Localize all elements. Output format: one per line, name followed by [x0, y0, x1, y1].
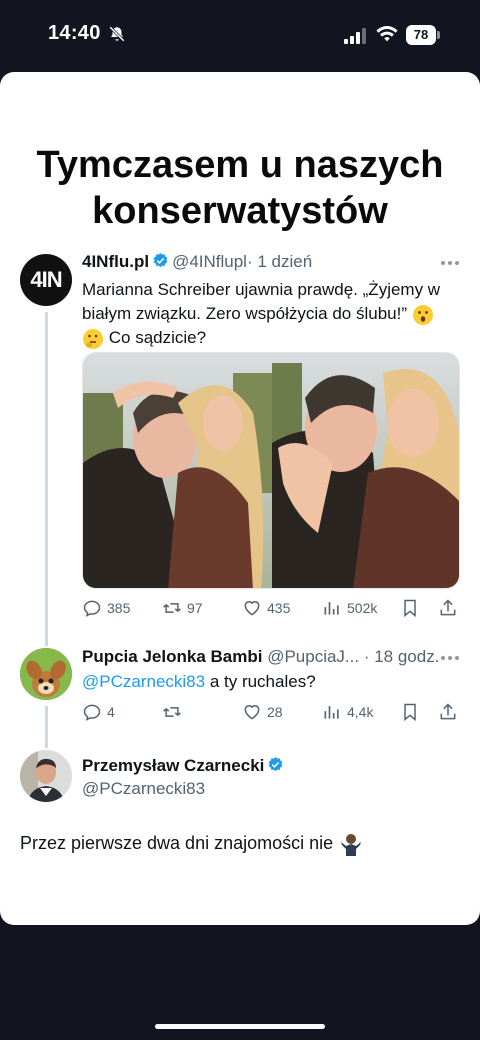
views-count: 4,4k	[347, 704, 374, 720]
signal-icon	[344, 28, 366, 44]
repost-count: 97	[187, 600, 203, 616]
views-chart-icon	[324, 706, 339, 719]
repost-button[interactable]	[162, 700, 187, 724]
repost-button[interactable]: 97	[162, 596, 203, 620]
tweet-subheader: @PCzarnecki83	[82, 779, 205, 799]
bookmark-icon	[404, 599, 416, 618]
thread-connector	[45, 706, 48, 748]
share-button[interactable]	[438, 596, 463, 620]
tweet-actions: 4 28 4,4k	[82, 700, 460, 724]
repost-icon	[163, 707, 181, 717]
reply-button[interactable]: 385	[82, 596, 130, 620]
author-handle[interactable]: @PCzarnecki83	[82, 779, 205, 798]
post-time: · 18 godz.	[363, 647, 440, 666]
mention-link[interactable]: @PCzarnecki83	[82, 672, 205, 691]
tweet-text: Marianna Schreiber ujawnia prawdę. „Żyje…	[82, 278, 440, 350]
reply-icon	[83, 600, 101, 617]
tweet-text-line: a ty ruchales?	[205, 672, 316, 691]
reply-icon	[83, 704, 101, 721]
views-button[interactable]: 4,4k	[322, 700, 373, 724]
tweet-text: Przez pierwsze dwa dni znajomości nie	[20, 832, 364, 856]
reply-button[interactable]: 4	[82, 700, 115, 724]
views-count: 502k	[347, 600, 378, 616]
bambi-avatar-image	[20, 648, 72, 700]
wifi-icon	[376, 26, 398, 42]
heart-icon	[244, 601, 260, 616]
verified-badge-icon	[153, 253, 168, 268]
tweet-text-line: Co sądzicie?	[108, 328, 207, 347]
tweet-header: Przemysław Czarnecki	[82, 756, 287, 776]
battery-cap	[437, 31, 440, 39]
tweet-header: Pupcia Jelonka Bambi @PupciaJ... · 18 go…	[82, 647, 439, 667]
battery-indicator: 78	[406, 25, 440, 45]
bookmark-button[interactable]	[400, 700, 425, 724]
author-handle[interactable]: @4INflupl	[172, 252, 247, 271]
post-card: Tymczasem u naszych konserwatystów 4IN 4…	[0, 72, 480, 925]
tweet-text: @PCzarnecki83 a ty ruchales?	[82, 670, 316, 694]
like-button[interactable]: 435	[242, 596, 290, 620]
heart-icon	[244, 705, 260, 720]
bookmark-button[interactable]	[400, 596, 425, 620]
reply-count: 385	[107, 600, 131, 616]
avatar[interactable]: 4IN	[20, 254, 72, 306]
reply-count: 4	[107, 704, 115, 720]
status-bar: 14:40 78	[0, 0, 480, 70]
author-name[interactable]: Przemysław Czarnecki	[82, 756, 264, 775]
tweet-text-line: Przez pierwsze dwa dni znajomości nie	[20, 832, 334, 853]
like-count: 28	[267, 704, 283, 720]
like-count: 435	[267, 600, 291, 616]
home-indicator[interactable]	[155, 1024, 325, 1029]
avatar[interactable]	[20, 750, 72, 802]
person-shrugging-emoji-icon	[341, 834, 362, 856]
like-button[interactable]: 28	[242, 700, 283, 724]
author-name[interactable]: Pupcia Jelonka Bambi	[82, 647, 262, 666]
thinking-face-emoji-icon	[83, 328, 103, 349]
couple-photo-image	[83, 353, 459, 588]
page-title-line1: Tymczasem u naszych	[36, 144, 444, 186]
surprised-face-emoji-icon	[412, 304, 433, 325]
post-time: · 1 dzień	[246, 252, 313, 271]
battery-level: 78	[406, 25, 436, 45]
tweet-photo[interactable]	[82, 352, 460, 589]
tweet-text-line: Marianna Schreiber ujawnia prawdę. „Żyje…	[82, 280, 441, 299]
author-name[interactable]: 4INflu.pl	[82, 252, 149, 271]
page-title-line2: konserwatystów	[92, 190, 388, 232]
author-handle[interactable]: @PupciaJ...	[267, 647, 359, 666]
tweet-text-line: białym związku. Zero współżycia do ślubu…	[82, 304, 408, 323]
views-button[interactable]: 502k	[322, 596, 377, 620]
repost-icon	[163, 603, 181, 613]
tweet-header: 4INflu.pl @4INflupl· 1 dzień	[82, 252, 312, 272]
bookmark-icon	[404, 703, 416, 722]
share-icon	[440, 599, 456, 616]
bell-off-icon	[109, 26, 125, 42]
page-title: Tymczasem u naszych konserwatystów	[0, 142, 480, 234]
tweet-actions: 385 97 435 502k	[82, 596, 460, 620]
views-chart-icon	[324, 602, 339, 615]
share-button[interactable]	[438, 700, 463, 724]
more-options-icon[interactable]	[440, 260, 460, 266]
more-options-icon[interactable]	[440, 655, 460, 661]
share-icon	[440, 703, 456, 720]
person-avatar-image	[20, 750, 72, 802]
thread-connector	[45, 312, 48, 646]
verified-badge-icon	[269, 757, 283, 772]
avatar[interactable]	[20, 648, 72, 700]
status-time: 14:40	[48, 22, 101, 44]
